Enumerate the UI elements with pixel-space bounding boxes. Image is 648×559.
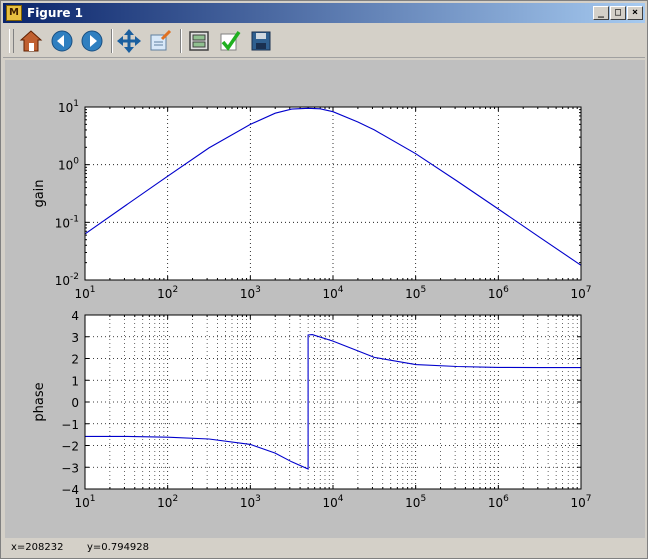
axes-background — [85, 107, 581, 280]
x-tick-label: 104 — [322, 285, 343, 301]
forward-icon — [81, 30, 103, 52]
y-tick-label: 0 — [71, 396, 79, 410]
home-icon — [19, 30, 43, 52]
x-tick-label: 102 — [157, 494, 178, 510]
window-title: Figure 1 — [27, 6, 84, 20]
back-icon — [51, 30, 73, 52]
toolbar — [3, 25, 645, 58]
cursor-y-readout: y=0.794928 — [87, 542, 150, 553]
x-tick-label: 106 — [488, 285, 509, 301]
toolbar-grip[interactable] — [9, 29, 14, 53]
maximize-button[interactable]: □ — [610, 6, 626, 20]
y-tick-label: 4 — [71, 309, 79, 323]
y-tick-label: 3 — [71, 331, 79, 345]
y-tick-label: −2 — [61, 440, 79, 454]
x-tick-label: 105 — [405, 494, 426, 510]
x-tick-label: 105 — [405, 285, 426, 301]
axes-2: 101 102 103 104 105 106 107−4−3−2−101234phase — [32, 309, 592, 510]
close-button[interactable]: × — [627, 6, 643, 20]
save-icon — [251, 31, 271, 51]
forward-button[interactable] — [80, 29, 104, 53]
minimize-button[interactable]: _ — [593, 6, 609, 20]
figure-canvas[interactable]: 101 102 103 104 105 106 107 10-2 10-1 100 101 gain 1… — [5, 60, 645, 538]
x-tick-label: 104 — [322, 494, 343, 510]
y-tick-label: 1 — [71, 374, 79, 388]
x-tick-label: 106 — [488, 494, 509, 510]
y-tick-label: −4 — [61, 483, 79, 497]
toolbar-separator — [180, 29, 182, 53]
axes-1: 101 102 103 104 105 106 107 10-2 10-1 100 101 gain — [32, 99, 592, 301]
pan-button[interactable] — [117, 29, 141, 53]
toolbar-separator — [111, 29, 113, 53]
x-tick-label: 102 — [157, 285, 178, 301]
y-axis-label: gain — [32, 179, 47, 207]
edit-button[interactable] — [218, 29, 242, 53]
y-axis-label: phase — [32, 382, 47, 421]
y-tick-label: 10-2 — [55, 272, 79, 288]
y-tick-label: 101 — [58, 99, 79, 115]
cursor-x-readout: x=208232 — [11, 542, 64, 553]
x-tick-label: 103 — [240, 494, 261, 510]
y-tick-label: 10-1 — [55, 214, 79, 230]
figure-plot[interactable]: 101 102 103 104 105 106 10710-210-1100101gain1… — [5, 60, 645, 538]
x-tick-label: 103 — [240, 285, 261, 301]
y-tick-label: 100 — [58, 157, 79, 173]
home-button[interactable] — [19, 29, 43, 53]
figure-window: M Figure 1 _ □ × 101 102 103 104 105 106… — [0, 0, 648, 559]
zoom-button[interactable] — [148, 29, 172, 53]
x-tick-label: 101 — [74, 285, 95, 301]
subplots-button[interactable] — [187, 29, 211, 53]
y-tick-label: −3 — [61, 461, 79, 475]
subplots-icon — [189, 31, 209, 51]
status-bar: x=208232 y=0.794928 — [3, 539, 645, 557]
save-button[interactable] — [249, 29, 273, 53]
x-tick-label: 107 — [570, 494, 591, 510]
y-tick-label: 2 — [71, 353, 79, 367]
zoom-icon — [150, 29, 172, 51]
title-bar[interactable]: M Figure 1 _ □ × — [3, 3, 645, 23]
y-tick-label: −1 — [61, 418, 79, 432]
pan-icon — [117, 29, 141, 53]
app-icon: M — [6, 5, 22, 21]
back-button[interactable] — [50, 29, 74, 53]
x-tick-label: 107 — [570, 285, 591, 301]
edit-icon — [220, 31, 241, 51]
